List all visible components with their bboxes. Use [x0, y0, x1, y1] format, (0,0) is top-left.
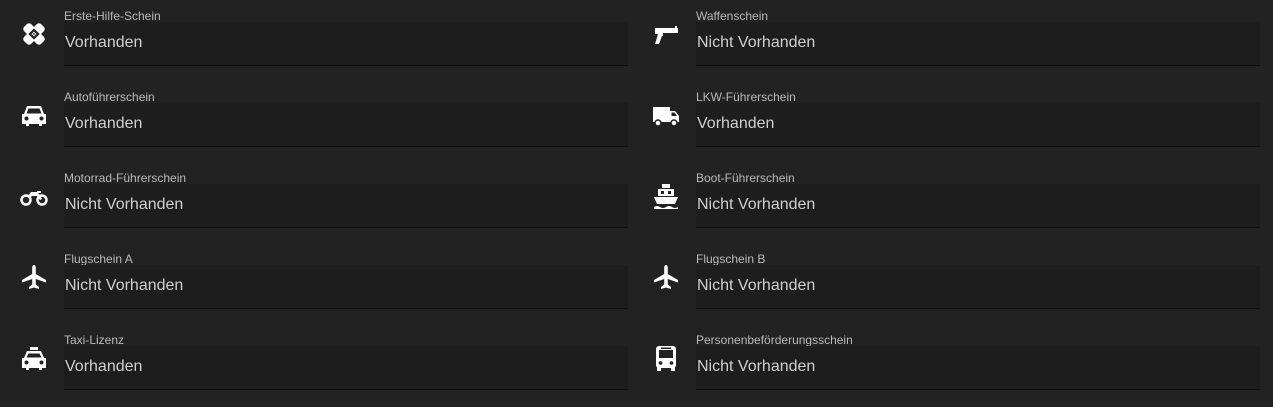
license-field-first-aid: Erste-Hilfe-Schein Vorhanden	[0, 0, 632, 81]
license-grid: Erste-Hilfe-Schein Vorhanden Waffenschei…	[0, 0, 1273, 407]
license-label: Erste-Hilfe-Schein	[64, 9, 161, 23]
license-value: Nicht Vorhanden	[697, 358, 816, 375]
license-field-taxi: Taxi-Lizenz Vorhanden	[0, 324, 632, 405]
license-field-flight-b: Flugschein B Nicht Vorhanden	[632, 243, 1264, 324]
license-value: Nicht Vorhanden	[697, 277, 816, 294]
first-aid-bandage-icon	[20, 20, 48, 48]
license-value-field[interactable]: Nicht Vorhanden	[64, 265, 628, 309]
license-value-field[interactable]: Vorhanden	[64, 103, 628, 147]
license-value-field[interactable]: Vorhanden	[64, 22, 628, 66]
license-value: Nicht Vorhanden	[65, 196, 184, 213]
license-value: Vorhanden	[65, 34, 143, 51]
license-field-weapon: Waffenschein Nicht Vorhanden	[632, 0, 1264, 81]
license-label: Boot-Führerschein	[696, 171, 795, 185]
license-value-field[interactable]: Vorhanden	[696, 103, 1260, 147]
airplane-icon	[652, 263, 680, 291]
license-value-field[interactable]: Nicht Vorhanden	[696, 184, 1260, 228]
bus-icon	[652, 344, 680, 372]
license-field-flight-a: Flugschein A Nicht Vorhanden	[0, 243, 632, 324]
license-value: Vorhanden	[65, 115, 143, 132]
license-label: LKW-Führerschein	[696, 90, 796, 104]
motorcycle-icon	[20, 182, 48, 210]
license-label: Autoführerschein	[64, 90, 155, 104]
license-field-car: Autoführerschein Vorhanden	[0, 81, 632, 162]
license-value-field[interactable]: Nicht Vorhanden	[696, 22, 1260, 66]
license-value-field[interactable]: Nicht Vorhanden	[64, 184, 628, 228]
license-value: Nicht Vorhanden	[65, 277, 184, 294]
license-label: Flugschein A	[64, 252, 133, 266]
license-value: Vorhanden	[65, 358, 143, 375]
pistol-icon	[652, 20, 680, 48]
license-label: Taxi-Lizenz	[64, 333, 125, 347]
airplane-icon	[20, 263, 48, 291]
license-label: Motorrad-Führerschein	[64, 171, 187, 185]
license-label: Personenbeförderungsschein	[696, 333, 853, 347]
license-value-field[interactable]: Nicht Vorhanden	[696, 346, 1260, 390]
license-label: Flugschein B	[696, 252, 766, 266]
license-label: Waffenschein	[696, 9, 769, 23]
license-field-boat: Boot-Führerschein Nicht Vorhanden	[632, 162, 1264, 243]
ship-icon	[652, 182, 680, 210]
license-value-field[interactable]: Nicht Vorhanden	[696, 265, 1260, 309]
license-value: Vorhanden	[697, 115, 775, 132]
license-value-field[interactable]: Vorhanden	[64, 346, 628, 390]
license-field-truck: LKW-Führerschein Vorhanden	[632, 81, 1264, 162]
taxi-icon	[20, 344, 48, 372]
truck-icon	[652, 101, 680, 129]
license-field-motorcycle: Motorrad-Führerschein Nicht Vorhanden	[0, 162, 632, 243]
license-value: Nicht Vorhanden	[697, 196, 816, 213]
car-icon	[20, 101, 48, 129]
license-value: Nicht Vorhanden	[697, 34, 816, 51]
license-field-passenger-transport: Personenbeförderungsschein Nicht Vorhand…	[632, 324, 1264, 405]
